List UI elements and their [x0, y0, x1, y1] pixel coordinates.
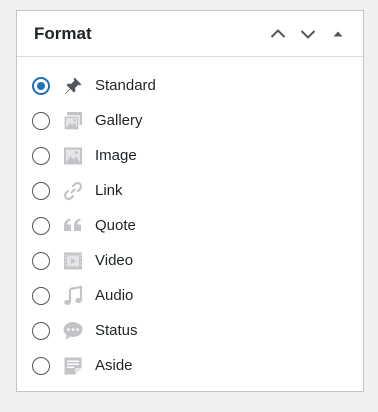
panel-title: Format: [34, 23, 92, 43]
caret-up-icon: [333, 31, 343, 36]
move-up-button[interactable]: [263, 19, 293, 49]
audio-icon: [61, 284, 85, 308]
radio-quote[interactable]: [32, 216, 50, 235]
format-option-video[interactable]: Video: [17, 243, 363, 278]
quote-icon: [61, 214, 85, 238]
radio-audio[interactable]: [32, 286, 50, 305]
format-label: Link: [95, 182, 123, 199]
radio-image[interactable]: [32, 146, 50, 165]
pin-icon: [61, 74, 85, 98]
format-label: Status: [95, 322, 138, 339]
format-label: Quote: [95, 217, 136, 234]
format-option-aside[interactable]: Aside: [17, 348, 363, 383]
format-option-status[interactable]: Status: [17, 313, 363, 348]
format-option-audio[interactable]: Audio: [17, 278, 363, 313]
panel-header: Format: [17, 11, 363, 57]
link-icon: [61, 179, 85, 203]
format-option-link[interactable]: Link: [17, 173, 363, 208]
radio-aside[interactable]: [32, 356, 50, 375]
aside-icon: [61, 354, 85, 378]
format-label: Gallery: [95, 112, 143, 129]
radio-standard[interactable]: [32, 76, 50, 95]
format-label: Audio: [95, 287, 134, 304]
format-option-gallery[interactable]: Gallery: [17, 103, 363, 138]
status-icon: [61, 319, 85, 343]
radio-link[interactable]: [32, 181, 50, 200]
radio-gallery[interactable]: [32, 111, 50, 130]
format-option-standard[interactable]: Standard: [17, 68, 363, 103]
chevron-down-icon: [300, 29, 316, 39]
radio-video[interactable]: [32, 251, 50, 270]
format-label: Video: [95, 252, 134, 269]
format-panel: Format Standard Gallery Image Link Quote…: [16, 10, 364, 392]
radio-status[interactable]: [32, 321, 50, 340]
format-label: Standard: [95, 77, 156, 94]
format-label: Aside: [95, 357, 133, 374]
format-label: Image: [95, 147, 137, 164]
format-option-quote[interactable]: Quote: [17, 208, 363, 243]
format-list: Standard Gallery Image Link Quote Video …: [17, 57, 363, 383]
image-icon: [61, 144, 85, 168]
video-icon: [61, 249, 85, 273]
toggle-panel-button[interactable]: [323, 19, 353, 49]
move-down-button[interactable]: [293, 19, 323, 49]
gallery-icon: [61, 109, 85, 133]
format-option-image[interactable]: Image: [17, 138, 363, 173]
chevron-up-icon: [270, 28, 286, 38]
